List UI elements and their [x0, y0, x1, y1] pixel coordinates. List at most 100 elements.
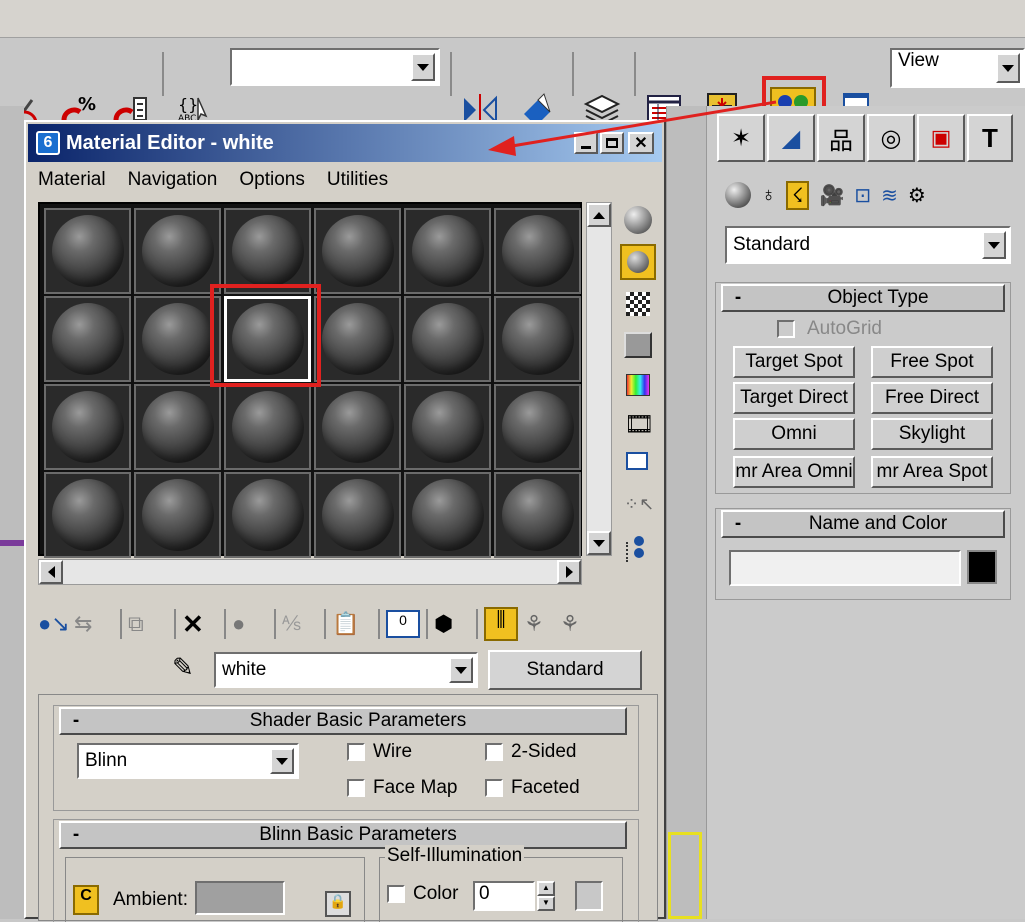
material-name-field[interactable]: white [214, 652, 478, 688]
sample-slot[interactable] [494, 208, 581, 294]
get-material-icon[interactable]: ●↘ [38, 611, 74, 637]
sample-slot[interactable] [134, 384, 221, 470]
lights-icon[interactable]: ☇ [786, 180, 810, 210]
sample-slot[interactable] [314, 384, 401, 470]
lock-ambient-diffuse-button[interactable]: C [73, 885, 99, 915]
sample-slot[interactable] [404, 296, 491, 382]
close-button[interactable]: ✕ [628, 132, 654, 154]
tab-display[interactable]: ▣ [917, 114, 965, 162]
sample-slot[interactable] [224, 208, 311, 294]
sample-slot[interactable] [134, 208, 221, 294]
show-map-in-viewport-icon[interactable]: ⬢ [434, 611, 470, 637]
go-forward-to-sibling-icon[interactable]: ⚘ [560, 611, 596, 637]
sample-slot[interactable] [44, 472, 131, 558]
sample-slot[interactable] [494, 296, 581, 382]
sample-slot[interactable] [404, 384, 491, 470]
backlight-icon[interactable] [620, 244, 656, 280]
scroll-right-button[interactable] [557, 560, 581, 584]
sample-slots-hscroll[interactable] [38, 559, 582, 585]
sample-slot[interactable] [314, 296, 401, 382]
sample-type-icon[interactable] [624, 206, 652, 234]
tab-modify[interactable]: ◢ [767, 114, 815, 162]
scroll-left-button[interactable] [39, 560, 63, 584]
faceted-checkbox[interactable]: Faceted [485, 777, 580, 799]
omni-button[interactable]: Omni [733, 418, 855, 450]
background-checker-icon[interactable] [626, 292, 650, 316]
sample-slot[interactable] [44, 296, 131, 382]
wire-checkbox[interactable]: Wire [347, 741, 412, 763]
sample-slot[interactable] [224, 472, 311, 558]
pick-material-icon[interactable]: ✎ [172, 652, 208, 688]
blinn-rollout-header[interactable]: - Blinn Basic Parameters [59, 821, 627, 849]
chevron-down-icon[interactable] [982, 231, 1006, 259]
category-dropdown[interactable]: Standard [725, 226, 1011, 264]
object-name-field[interactable] [729, 550, 961, 586]
menu-material[interactable]: Material [38, 169, 106, 191]
autogrid-checkbox[interactable]: AutoGrid [777, 318, 882, 340]
menu-utilities[interactable]: Utilities [327, 169, 388, 191]
ambient-color-swatch[interactable] [195, 881, 285, 915]
menu-options[interactable]: Options [239, 169, 304, 191]
show-end-result-icon[interactable]: ⫼ [484, 607, 518, 641]
tab-utilities[interactable]: T [967, 114, 1013, 162]
sample-slot[interactable] [134, 472, 221, 558]
video-color-check-icon[interactable] [626, 374, 650, 396]
options-icon[interactable] [626, 452, 648, 470]
sample-slot[interactable] [494, 472, 581, 558]
sample-slot[interactable] [314, 208, 401, 294]
put-to-scene-icon[interactable]: ⇆ [74, 611, 114, 637]
select-by-material-icon[interactable]: ⁘↖ [624, 494, 654, 515]
material-map-navigator-icon[interactable] [626, 536, 648, 566]
scroll-up-button[interactable] [587, 203, 611, 227]
self-illum-value-field[interactable]: 0 [473, 881, 535, 911]
maximize-button[interactable] [600, 132, 624, 154]
target-spot-button[interactable]: Target Spot [733, 346, 855, 378]
geometry-icon[interactable] [725, 182, 751, 208]
tab-motion[interactable]: ◎ [867, 114, 915, 162]
self-illum-map-button[interactable] [575, 881, 603, 911]
helpers-icon[interactable]: ⊡ [854, 183, 871, 208]
render-view-dropdown[interactable]: View [890, 48, 1025, 88]
sample-slot[interactable] [314, 472, 401, 558]
free-spot-button[interactable]: Free Spot [871, 346, 993, 378]
mr-area-spot-button[interactable]: mr Area Spot [871, 456, 993, 488]
make-material-copy-icon[interactable]: ● [232, 611, 268, 637]
name-color-header[interactable]: - Name and Color [721, 510, 1005, 538]
chevron-down-icon[interactable] [996, 53, 1020, 83]
sample-slot[interactable] [494, 384, 581, 470]
cameras-icon[interactable]: 🎥 [819, 183, 844, 208]
sample-slots-vscroll[interactable] [586, 202, 612, 556]
sample-slot[interactable] [224, 384, 311, 470]
sample-slot[interactable] [44, 208, 131, 294]
lock-icon[interactable]: 🔒 [325, 891, 351, 917]
named-selection-dropdown[interactable] [230, 48, 440, 86]
self-illum-spinner[interactable]: ▲ ▼ [537, 881, 555, 911]
sample-slot[interactable] [44, 384, 131, 470]
sample-slot[interactable] [404, 208, 491, 294]
self-illum-color-checkbox[interactable]: Color [387, 883, 458, 905]
tab-create[interactable]: ✶ [717, 114, 765, 162]
object-color-swatch[interactable] [967, 550, 997, 584]
free-direct-button[interactable]: Free Direct [871, 382, 993, 414]
shapes-icon[interactable]: ♁ [761, 184, 776, 207]
make-preview-icon[interactable]: 🎞 [624, 410, 654, 439]
chevron-down-icon[interactable] [270, 748, 294, 774]
scroll-down-button[interactable] [587, 531, 611, 555]
sample-slot[interactable] [134, 296, 221, 382]
minimize-button[interactable] [574, 132, 598, 154]
two-sided-checkbox[interactable]: 2-Sided [485, 741, 577, 763]
go-to-parent-icon[interactable]: ⚘ [524, 611, 560, 637]
sample-uv-tiling-icon[interactable] [624, 332, 652, 358]
sample-slot[interactable] [404, 472, 491, 558]
material-type-button[interactable]: Standard [488, 650, 642, 690]
tab-hierarchy[interactable]: 品 [817, 114, 865, 162]
face-map-checkbox[interactable]: Face Map [347, 777, 457, 799]
object-type-header[interactable]: - Object Type [721, 284, 1005, 312]
shader-type-dropdown[interactable]: Blinn [77, 743, 299, 779]
target-direct-button[interactable]: Target Direct [733, 382, 855, 414]
skylight-button[interactable]: Skylight [871, 418, 993, 450]
systems-icon[interactable]: ⚙ [908, 183, 926, 208]
shader-rollout-header[interactable]: - Shader Basic Parameters [59, 707, 627, 735]
chevron-down-icon[interactable] [411, 53, 435, 81]
menu-navigation[interactable]: Navigation [128, 169, 218, 191]
